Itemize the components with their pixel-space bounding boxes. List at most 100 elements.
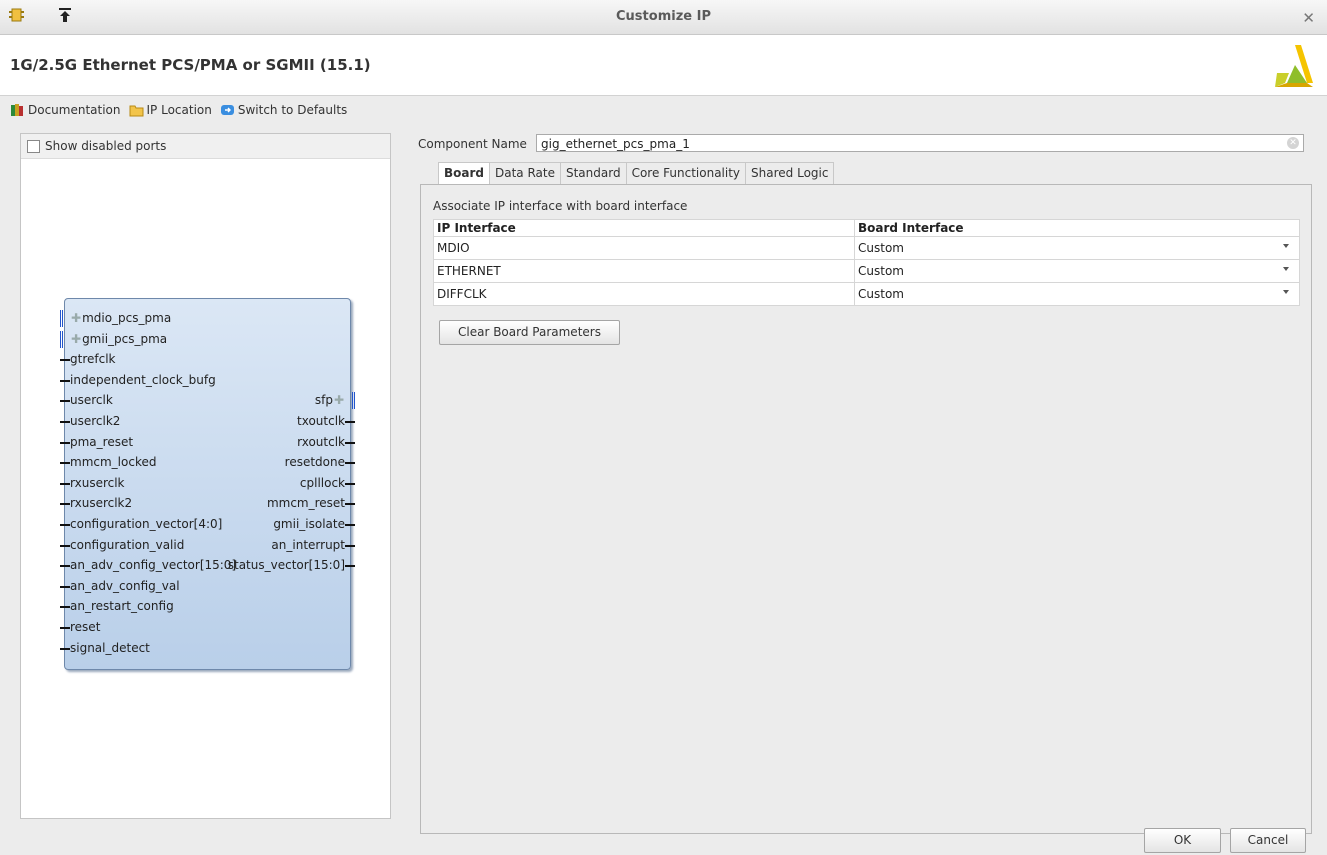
port-label: mdio_pcs_pma [82,311,172,325]
switch-defaults-label: Switch to Defaults [237,103,348,117]
port-label: rxuserclk [70,475,125,490]
port-label: pma_reset [70,434,134,449]
board-interface-value: Custom [858,287,904,301]
pin-icon [60,379,70,382]
port-label: cplllock [299,475,345,490]
port-label: sfp [314,393,333,408]
port-label: mmcm_locked [70,455,157,470]
pin-icon [60,647,70,650]
chevron-down-icon[interactable] [1283,290,1289,294]
board-interface-value: Custom [858,264,904,278]
bus-pin-icon [346,392,355,410]
tab-data-rate[interactable]: Data Rate [489,162,561,184]
chevron-down-icon[interactable] [1283,244,1289,248]
port-label: an_interrupt [271,537,345,552]
board-interface-select[interactable]: Custom [854,259,1300,283]
expand-icon[interactable]: ✚ [334,393,344,407]
pin-icon [60,524,70,526]
ip-toolbar: Documentation IP Location Switch to Defa… [10,100,351,120]
port-left: an_adv_config_val [60,578,180,593]
col-ip-interface: IP Interface [433,219,855,237]
pin-icon [60,400,70,403]
table-row: MDIO Custom [433,236,1300,260]
port-label: configuration_valid [70,537,185,552]
tab-board[interactable]: Board [438,162,490,185]
ip-interface-cell: ETHERNET [433,259,855,283]
pin-icon [60,627,70,629]
board-interface-select[interactable]: Custom [854,236,1300,260]
port-label: status_vector[15:0] [227,558,345,573]
port-right: sfp✚ [314,392,355,410]
clear-board-parameters-button[interactable]: Clear Board Parameters [439,320,620,345]
port-left: userclk2 [60,414,120,428]
port-left: gtrefclk [60,352,115,366]
pin-icon [345,503,355,506]
ip-location-label: IP Location [146,103,212,117]
port-label: userclk [70,393,113,408]
pin-icon [60,441,70,444]
cancel-button[interactable]: Cancel [1230,828,1306,853]
ip-header: 1G/2.5G Ethernet PCS/PMA or SGMII (15.1) [0,35,1327,96]
expand-icon[interactable]: ✚ [71,332,81,346]
show-disabled-ports-checkbox[interactable] [27,139,40,153]
window-title: Customize IP [616,9,711,24]
port-right: resetdone [285,455,355,469]
table-row: DIFFCLK Custom [433,282,1300,306]
port-label: an_adv_config_val [70,578,180,593]
pin-icon [60,421,70,423]
port-left: configuration_vector[4:0] [60,517,223,531]
pin-icon [345,565,355,568]
table-header-row: IP Interface Board Interface [433,219,1300,237]
close-icon[interactable]: ✕ [1302,9,1315,27]
pin-icon [345,482,355,485]
associate-interface-label: Associate IP interface with board interf… [433,199,688,213]
clear-field-icon[interactable]: ✕ [1287,137,1299,149]
port-left: reset [60,620,100,634]
table-row: ETHERNET Custom [433,259,1300,283]
port-left: rxuserclk2 [60,496,132,510]
port-right: txoutclk [297,414,355,428]
port-label: gmii_isolate [273,517,345,531]
port-label: signal_detect [70,640,150,655]
ok-button[interactable]: OK [1144,828,1221,853]
expand-icon[interactable]: ✚ [71,311,81,325]
component-name-value: gig_ethernet_pcs_pma_1 [541,137,690,151]
switch-defaults-link[interactable]: Switch to Defaults [220,103,347,117]
bus-pin-icon [60,330,69,348]
bus-pin-icon [60,310,69,327]
port-label: gmii_pcs_pma [82,331,168,346]
port-label: an_restart_config [70,599,174,614]
port-left: ✚mdio_pcs_pma [60,310,172,327]
port-left: ✚gmii_pcs_pma [60,330,168,348]
ip-name: 1G/2.5G Ethernet PCS/PMA or SGMII (15.1) [10,56,371,74]
port-label: independent_clock_bufg [70,372,216,387]
port-label: rxoutclk [297,434,345,449]
port-left: mmcm_locked [60,455,157,470]
port-left: independent_clock_bufg [60,372,216,387]
folder-icon [129,105,144,117]
pin-icon [60,565,70,568]
ip-location-link[interactable]: IP Location [129,103,212,117]
component-name-field[interactable]: gig_ethernet_pcs_pma_1 ✕ [536,134,1304,152]
port-right: an_interrupt [271,537,355,552]
ip-symbol-block: ✚mdio_pcs_pma ✚gmii_pcs_pma gtrefclk indepe… [60,298,355,670]
tab-shared-logic[interactable]: Shared Logic [745,162,835,184]
tab-standard[interactable]: Standard [559,162,627,184]
pin-icon [60,359,70,362]
pin-icon [345,441,355,444]
chevron-down-icon[interactable] [1283,267,1289,271]
config-tabs: Board Data Rate Standard Core Functional… [438,162,835,185]
port-label: configuration_vector[4:0] [70,517,223,531]
documentation-link[interactable]: Documentation [10,103,121,117]
port-label: txoutclk [297,414,345,428]
tab-core-functionality[interactable]: Core Functionality [625,162,747,184]
pin-icon [60,585,70,588]
port-left: an_restart_config [60,599,174,614]
books-icon [11,104,23,116]
pin-icon [345,462,355,465]
show-disabled-ports-row: Show disabled ports [21,134,390,159]
ip-symbol-panel: Show disabled ports ✚mdio_pcs_pma ✚gmii_p… [20,133,391,819]
pin-icon [60,606,70,609]
board-interface-select[interactable]: Custom [854,282,1300,306]
col-board-interface: Board Interface [854,219,1300,237]
